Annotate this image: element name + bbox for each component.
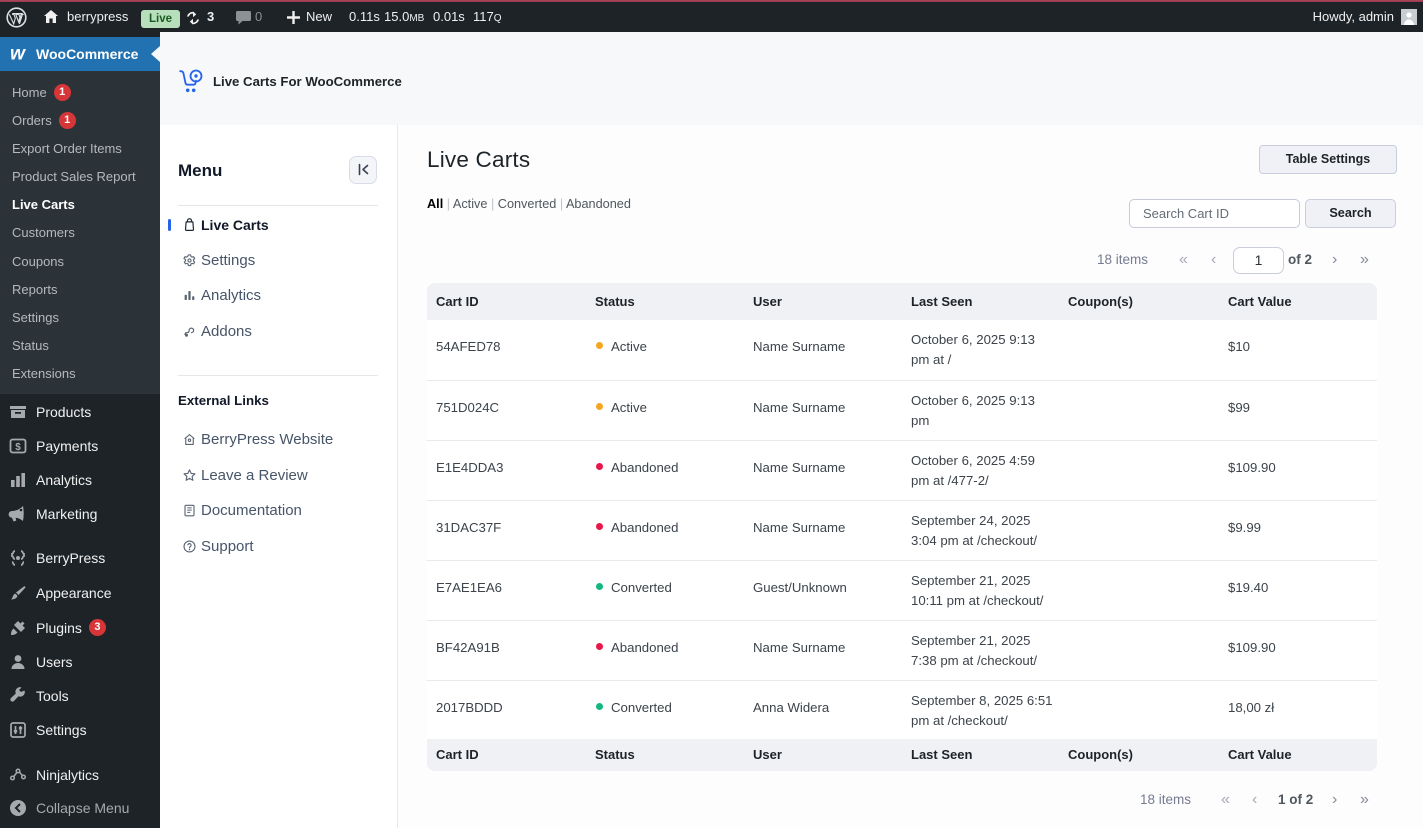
svg-text:w: w: [10, 44, 26, 65]
svg-text:$: $: [15, 442, 21, 453]
